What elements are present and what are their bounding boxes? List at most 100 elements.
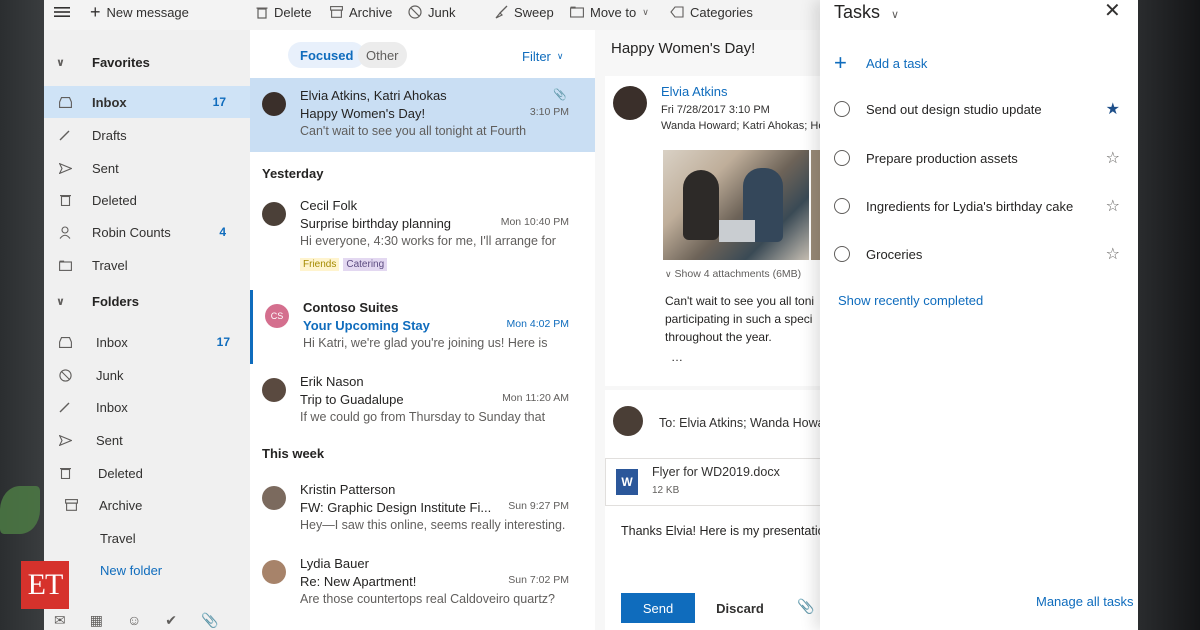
fav-item-inbox[interactable]: Inbox 17 bbox=[44, 86, 250, 118]
manage-all-tasks-link[interactable]: Manage all tasks bbox=[1036, 594, 1134, 609]
pencil-icon bbox=[56, 401, 74, 413]
favorites-header[interactable]: ∨ Favorites bbox=[44, 47, 250, 77]
avatar bbox=[262, 378, 286, 402]
people-icon[interactable]: ☺ bbox=[127, 612, 141, 629]
archive-icon bbox=[62, 499, 80, 511]
tasks-title: Tasks bbox=[834, 2, 881, 22]
message-preview: Hi everyone, 4:30 works for me, I'll arr… bbox=[300, 234, 556, 248]
sweep-button[interactable]: Sweep bbox=[494, 0, 554, 24]
paperclip-icon[interactable]: 📎 bbox=[797, 598, 814, 615]
reply-body[interactable]: Thanks Elvia! Here is my presentation bbox=[621, 524, 832, 538]
star-icon[interactable]: ☆ bbox=[1106, 148, 1120, 168]
new-message-label: New message bbox=[106, 4, 189, 20]
calendar-icon[interactable]: ▦ bbox=[90, 612, 103, 629]
folder-item-inbox[interactable]: Inbox 17 bbox=[44, 326, 250, 358]
message-from: Erik Nason bbox=[300, 374, 364, 389]
folder-item-archive[interactable]: Archive bbox=[44, 489, 250, 521]
folders-header[interactable]: ∨ Folders bbox=[44, 286, 250, 316]
tasks-icon[interactable]: ✔ bbox=[165, 612, 177, 629]
show-recently-completed-link[interactable]: Show recently completed bbox=[838, 293, 983, 308]
fav-item-sent[interactable]: Sent bbox=[44, 152, 250, 184]
category-tags: Friends Catering bbox=[300, 258, 388, 271]
task-item[interactable]: Ingredients for Lydia's birthday cake ☆ bbox=[834, 191, 1124, 221]
delete-button[interactable]: Delete bbox=[256, 0, 312, 24]
fav-item-robin-counts[interactable]: Robin Counts 4 bbox=[44, 216, 250, 248]
fav-item-drafts[interactable]: Drafts bbox=[44, 119, 250, 151]
junk-button[interactable]: Junk bbox=[408, 0, 455, 24]
category-tag[interactable]: Friends bbox=[300, 258, 340, 271]
discard-button[interactable]: Discard bbox=[707, 593, 773, 623]
new-message-button[interactable]: + New message bbox=[90, 0, 189, 24]
close-icon[interactable]: ✕ bbox=[1104, 0, 1121, 23]
add-task-button[interactable]: + Add a task bbox=[834, 48, 1124, 78]
categories-button[interactable]: Categories bbox=[670, 0, 753, 24]
message-row[interactable]: Kristin Patterson FW: Graphic Design Ins… bbox=[250, 472, 595, 546]
show-attachments-link[interactable]: ∨ Show 4 attachments (6MB) bbox=[665, 268, 801, 280]
body-line: Can't wait to see you all toni bbox=[665, 294, 815, 308]
category-tag[interactable]: Catering bbox=[343, 258, 388, 271]
folder-move-icon bbox=[570, 6, 584, 18]
star-icon[interactable]: ☆ bbox=[1106, 196, 1120, 216]
nav-label: Deleted bbox=[92, 192, 137, 208]
unread-count: 4 bbox=[219, 225, 226, 239]
attachment-size: 12 KB bbox=[652, 485, 680, 496]
attachment-icon[interactable]: 📎 bbox=[201, 612, 218, 629]
nav-label: Drafts bbox=[92, 127, 127, 143]
folder-item-travel[interactable]: Travel bbox=[44, 522, 250, 554]
task-item[interactable]: Prepare production assets ☆ bbox=[834, 143, 1124, 173]
message-time: Mon 11:20 AM bbox=[502, 392, 569, 404]
tab-other-label: Other bbox=[366, 47, 399, 63]
reading-pane: Happy Women's Day! Elvia Atkins Fri 7/28… bbox=[595, 30, 835, 630]
hamburger-button[interactable] bbox=[54, 0, 70, 24]
message-row[interactable]: Elvia Atkins, Katri Ahokas 📎 Happy Women… bbox=[250, 78, 595, 152]
archive-label: Archive bbox=[349, 4, 393, 20]
attachment-photo[interactable] bbox=[663, 150, 809, 260]
junk-label: Junk bbox=[428, 4, 456, 20]
star-filled-icon[interactable]: ★ bbox=[1106, 99, 1120, 119]
checkbox-circle-icon[interactable] bbox=[834, 198, 850, 214]
message-row[interactable]: CS Contoso Suites Your Upcoming Stay Mon… bbox=[250, 290, 595, 364]
send-button[interactable]: Send bbox=[621, 593, 695, 623]
folder-pane: ∨ Favorites Inbox 17 Drafts Sent Deleted… bbox=[44, 30, 250, 630]
checkbox-circle-icon[interactable] bbox=[834, 150, 850, 166]
tab-focused[interactable]: Focused bbox=[288, 42, 366, 68]
folder-item-sent[interactable]: Sent bbox=[44, 424, 250, 456]
message-subject: Re: New Apartment! bbox=[300, 574, 417, 589]
move-to-button[interactable]: Move to ∨ bbox=[570, 0, 649, 24]
sender-name[interactable]: Elvia Atkins bbox=[661, 84, 727, 99]
new-folder-link[interactable]: New folder bbox=[44, 554, 250, 586]
tab-other[interactable]: Other bbox=[358, 42, 407, 68]
reply-to-field[interactable]: To: Elvia Atkins; Wanda Howa bbox=[659, 416, 825, 430]
archive-button[interactable]: Archive bbox=[330, 0, 392, 24]
message-from: Elvia Atkins, Katri Ahokas bbox=[300, 88, 447, 103]
folder-item-inbox-2[interactable]: Inbox bbox=[44, 391, 250, 423]
message-subject: FW: Graphic Design Institute Fi... bbox=[300, 500, 492, 515]
chevron-down-icon: ∨ bbox=[556, 50, 564, 61]
tasks-header[interactable]: Tasks ∨ bbox=[834, 2, 899, 23]
folder-item-junk[interactable]: Junk bbox=[44, 359, 250, 391]
message-from: Cecil Folk bbox=[300, 198, 358, 213]
message-row[interactable]: Cecil Folk Surprise birthday planning Mo… bbox=[250, 188, 595, 280]
attachment-card[interactable]: W Flyer for WD2019.docx 12 KB bbox=[605, 458, 827, 506]
filter-button[interactable]: Filter ∨ bbox=[522, 42, 563, 70]
message-time: Mon 4:02 PM bbox=[506, 318, 569, 330]
send-icon bbox=[56, 434, 74, 446]
message-row[interactable]: Lydia Bauer Re: New Apartment! Sun 7:02 … bbox=[250, 546, 595, 620]
chevron-down-icon: ∨ bbox=[665, 269, 672, 279]
fav-item-travel[interactable]: Travel bbox=[44, 249, 250, 281]
mail-icon[interactable]: ✉ bbox=[54, 612, 66, 629]
fav-item-deleted[interactable]: Deleted bbox=[44, 184, 250, 216]
avatar bbox=[262, 92, 286, 116]
checkbox-circle-icon[interactable] bbox=[834, 246, 850, 262]
star-icon[interactable]: ☆ bbox=[1106, 244, 1120, 264]
message-row[interactable]: Erik Nason Trip to Guadalupe Mon 11:20 A… bbox=[250, 364, 595, 438]
block-icon bbox=[56, 368, 74, 382]
folder-item-deleted[interactable]: Deleted bbox=[44, 457, 250, 489]
task-item[interactable]: Groceries ☆ bbox=[834, 239, 1124, 269]
task-item[interactable]: Send out design studio update ★ bbox=[834, 94, 1124, 124]
checkbox-circle-icon[interactable] bbox=[834, 101, 850, 117]
more-ellipsis[interactable]: … bbox=[671, 350, 683, 364]
favorites-label: Favorites bbox=[92, 54, 150, 70]
photo-laptop bbox=[719, 220, 755, 242]
person-icon bbox=[56, 225, 74, 239]
